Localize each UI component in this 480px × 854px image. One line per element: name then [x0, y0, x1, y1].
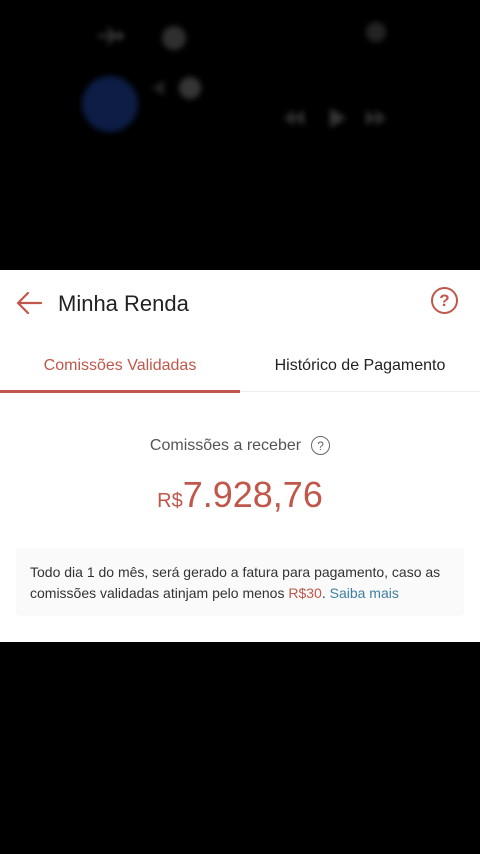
learn-more-link[interactable]: Saiba mais	[330, 585, 399, 601]
tab-label: Histórico de Pagamento	[274, 357, 446, 374]
min-amount: R$30	[288, 585, 322, 601]
arrow-left-icon	[16, 291, 43, 315]
toggle-icon	[162, 26, 186, 50]
balance-value: 7.928,76	[182, 474, 323, 515]
balance-help-icon[interactable]: ?	[311, 436, 331, 455]
tab-historico-pagamento[interactable]: Histórico de Pagamento	[240, 340, 480, 392]
back-button[interactable]	[12, 288, 46, 318]
payment-info-box: Todo dia 1 do mês, será gerado a fatura …	[16, 548, 464, 616]
currency-symbol: R$	[157, 490, 183, 512]
balance-label-row: Comissões a receber ?	[0, 436, 480, 455]
info-text-end: .	[321, 585, 330, 601]
tab-label: Comissões Validadas	[43, 357, 197, 374]
airplane-icon	[96, 24, 126, 48]
app-icon	[82, 76, 138, 132]
balance-amount: R$7.928,76	[0, 474, 480, 516]
balance-label: Comissões a receber	[149, 436, 302, 454]
slider-icon	[150, 76, 210, 100]
page-title: Minha Renda	[58, 291, 189, 316]
tab-bar: Comissões Validadas Histórico de Pagamen…	[0, 340, 480, 393]
blurred-background	[0, 0, 480, 270]
media-controls-icon	[282, 106, 392, 130]
help-button[interactable]: ?	[431, 287, 458, 314]
income-card: Minha Renda ? Comissões Validadas Histór…	[0, 270, 480, 642]
status-dot-icon	[366, 22, 386, 42]
header: Minha Renda ?	[0, 270, 480, 336]
question-mark-icon: ?	[439, 290, 450, 310]
active-tab-indicator	[0, 390, 240, 393]
tab-comissoes-validadas[interactable]: Comissões Validadas	[0, 340, 240, 393]
